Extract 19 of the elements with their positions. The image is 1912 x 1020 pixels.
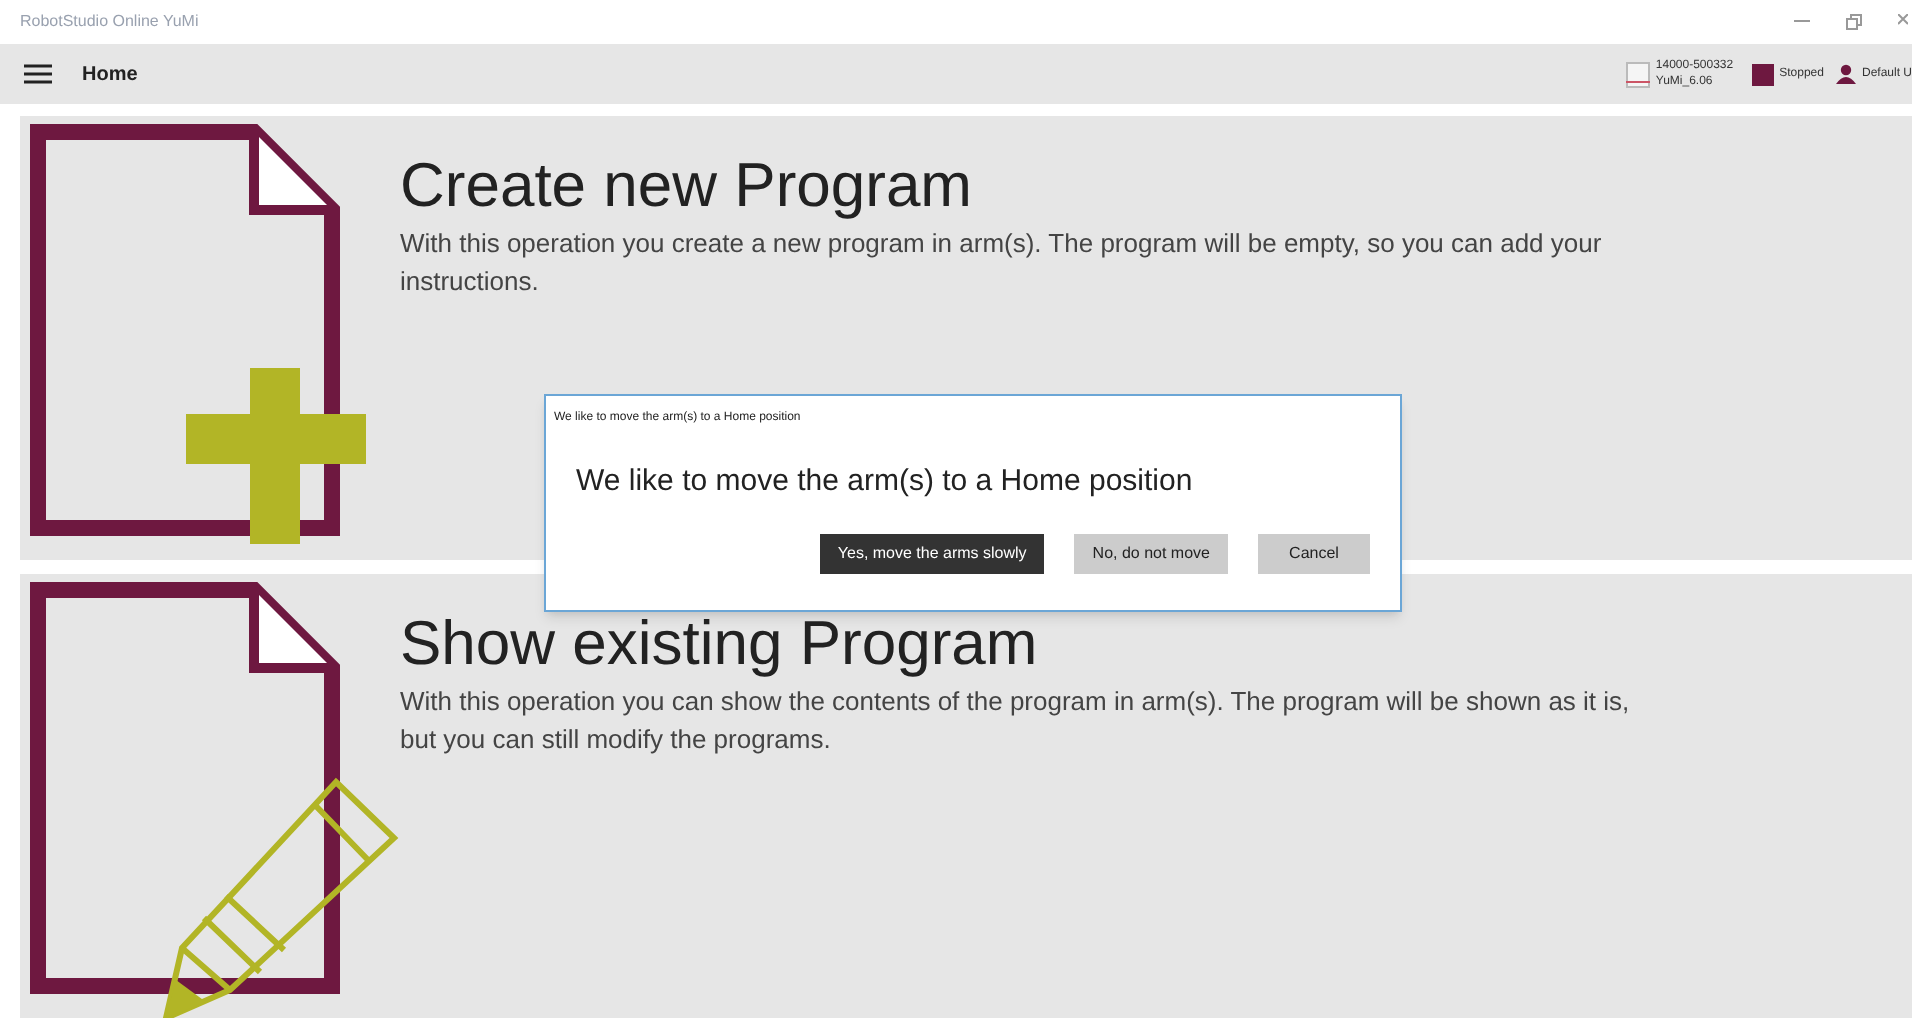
operation-card[interactable]: Show existing Program With this operation you can show the contents of the program in arm(s). The program will be shown as it is, but you can still modify the programs. — [20, 574, 1912, 1018]
menu-icon[interactable] — [24, 64, 52, 84]
card-description: With this operation you can show the contents of the program in arm(s). The program will be shown as it is, but you can still modify the programs. — [400, 684, 1632, 758]
window-title: RobotStudio Online YuMi — [20, 10, 199, 34]
card-title: Create new Program — [400, 148, 975, 224]
edit-document-icon — [30, 582, 402, 1018]
dialog-message: We like to move the arm(s) to a Home position — [576, 462, 1195, 502]
controller-icon — [1625, 61, 1650, 87]
dialog-button[interactable]: Yes, move the arms slowly — [819, 533, 1045, 573]
card-description: With this operation you create a new program in arm(s). The program will be empty, so you can add your instructions. — [400, 226, 1604, 300]
close-icon[interactable] — [1898, 14, 1908, 30]
dialog-button[interactable]: No, do not move — [1074, 533, 1228, 573]
page-title: Home — [82, 61, 138, 89]
user-icon[interactable] — [1835, 64, 1856, 84]
restore-icon[interactable] — [1846, 14, 1862, 30]
dialog-button[interactable]: Cancel — [1258, 533, 1370, 573]
card-title: Show existing Program — [400, 606, 1040, 682]
state-icon — [1751, 63, 1774, 85]
minimize-icon[interactable] — [1794, 20, 1810, 24]
